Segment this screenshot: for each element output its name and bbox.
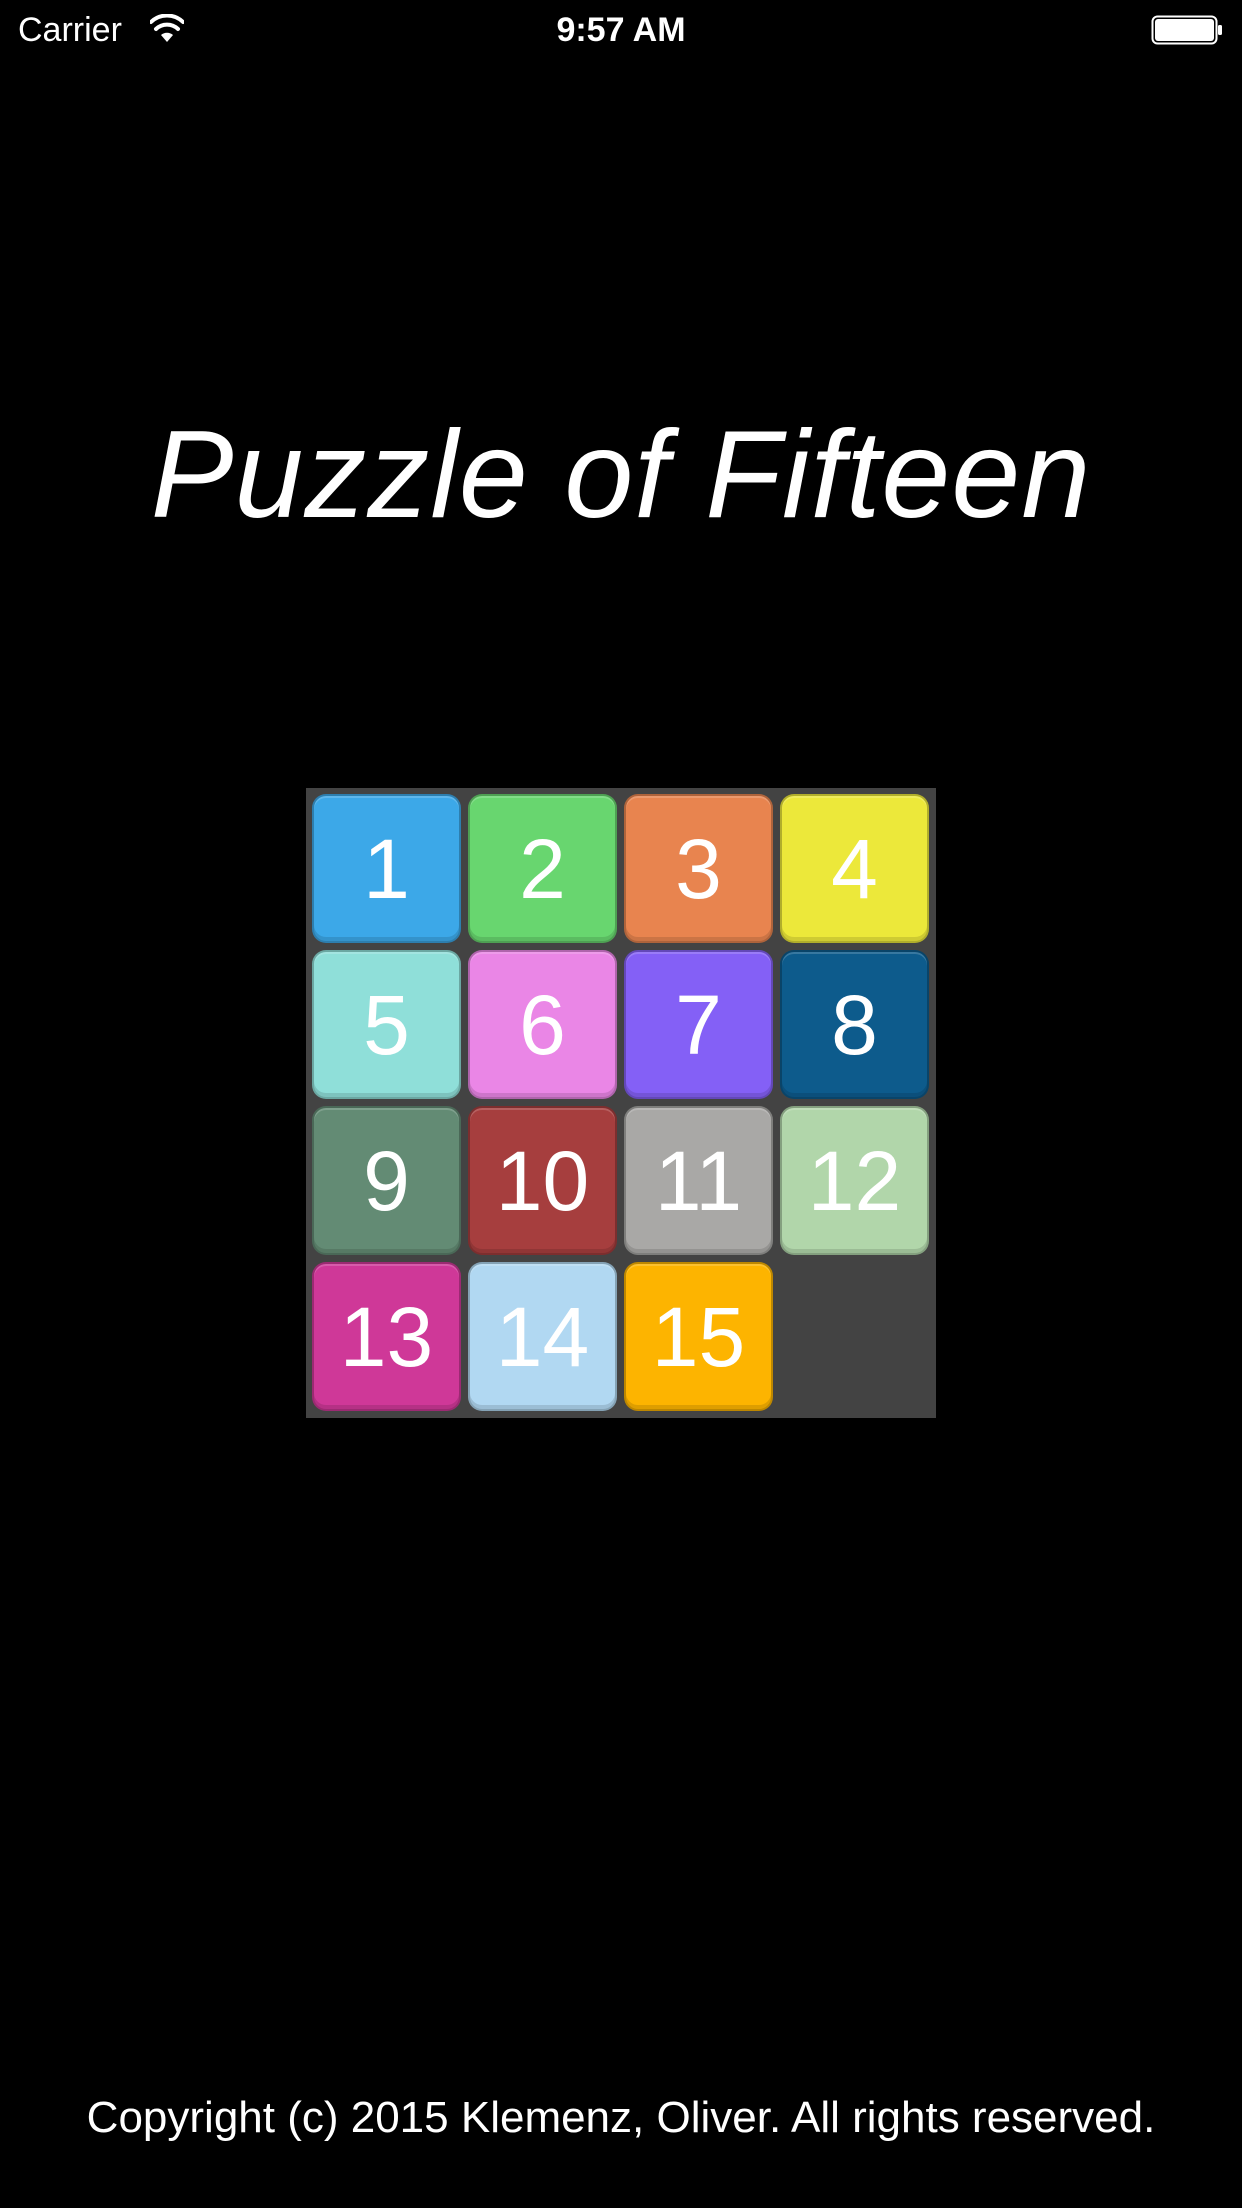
tile-2[interactable]: 2 <box>468 794 617 943</box>
tile-3[interactable]: 3 <box>624 794 773 943</box>
page-title: Puzzle of Fifteen <box>150 406 1092 544</box>
tile-15[interactable]: 15 <box>624 1262 773 1411</box>
puzzle-board: 1 2 3 4 5 6 7 8 9 10 11 12 13 14 15 <box>306 788 936 1418</box>
tile-7[interactable]: 7 <box>624 950 773 1099</box>
clock: 9:57 AM <box>556 11 686 49</box>
empty-slot <box>780 1262 929 1411</box>
tile-8[interactable]: 8 <box>780 950 929 1099</box>
tile-13[interactable]: 13 <box>312 1262 461 1411</box>
tile-9[interactable]: 9 <box>312 1106 461 1255</box>
battery-icon <box>1151 15 1223 45</box>
tile-5[interactable]: 5 <box>312 950 461 1099</box>
tile-1[interactable]: 1 <box>312 794 461 943</box>
copyright-text: Copyright (c) 2015 Klemenz, Oliver. All … <box>86 2093 1156 2142</box>
tile-14[interactable]: 14 <box>468 1262 617 1411</box>
tile-11[interactable]: 11 <box>624 1106 773 1255</box>
tile-10[interactable]: 10 <box>468 1106 617 1255</box>
tile-6[interactable]: 6 <box>468 950 617 1099</box>
tile-12[interactable]: 12 <box>780 1106 929 1255</box>
status-bar: Carrier 9:57 AM <box>0 0 1242 60</box>
tile-4[interactable]: 4 <box>780 794 929 943</box>
